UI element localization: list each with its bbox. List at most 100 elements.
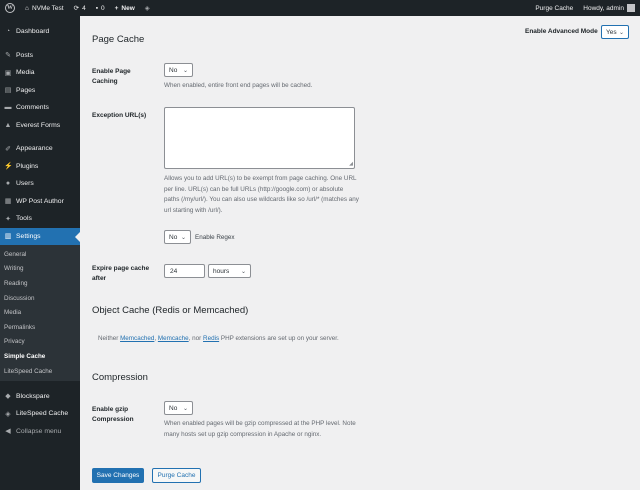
sidebar-item-label: Users bbox=[16, 180, 34, 188]
gzip-compression-select[interactable]: No ⌄ bbox=[164, 401, 193, 415]
compression-heading: Compression bbox=[92, 372, 148, 383]
litespeed-icon: ◈ bbox=[5, 410, 11, 418]
advanced-mode-select[interactable]: Yes ⌄ bbox=[601, 25, 629, 39]
sidebar-item-settings[interactable]: ▥ Settings bbox=[0, 227, 80, 245]
sidebar-item-dashboard[interactable]: ◔ Dashboard bbox=[0, 23, 80, 41]
redis-link[interactable]: Redis bbox=[203, 335, 219, 342]
sidebar-item-posts[interactable]: ✎ Posts bbox=[0, 47, 80, 65]
diamond-icon: ◈ bbox=[144, 5, 150, 12]
sidebar-item-comments[interactable]: ▬ Comments bbox=[0, 99, 80, 117]
chevron-down-icon: ⌄ bbox=[180, 235, 186, 241]
expire-page-cache-value: 24 bbox=[170, 267, 178, 275]
media-icon: ▣ bbox=[4, 69, 12, 77]
sidebar-item-users[interactable]: ● Users bbox=[0, 175, 80, 193]
comment-bubble-icon: ▪ bbox=[95, 4, 98, 12]
new-label: New bbox=[121, 4, 135, 12]
sidebar-item-label: Dashboard bbox=[16, 28, 50, 36]
sidebar-item-label: WP Post Author bbox=[16, 197, 64, 205]
page-cache-heading: Page Cache bbox=[92, 34, 145, 45]
resize-grip-icon[interactable]: ◢ bbox=[349, 161, 353, 167]
enable-page-caching-label: Enable Page Caching bbox=[92, 68, 131, 85]
users-icon: ● bbox=[5, 180, 11, 188]
site-name-menu[interactable]: ⌂ NVMe Test bbox=[20, 0, 69, 16]
sidebar-item-label: Plugins bbox=[16, 162, 39, 170]
submenu-media[interactable]: Media bbox=[0, 305, 80, 320]
plugin-icon: ⚡ bbox=[4, 163, 13, 171]
sidebar-item-label: Pages bbox=[16, 86, 36, 94]
submenu-litespeed-cache[interactable]: LiteSpeed Cache bbox=[0, 364, 80, 379]
purge-cache-button[interactable]: Purge Cache bbox=[152, 468, 201, 483]
submenu-reading[interactable]: Reading bbox=[0, 276, 80, 291]
gzip-compression-value: No bbox=[169, 404, 178, 412]
submenu-permalinks[interactable]: Permalinks bbox=[0, 320, 80, 335]
save-changes-button[interactable]: Save Changes bbox=[92, 468, 144, 483]
chevron-down-icon: ⌄ bbox=[240, 269, 246, 275]
everest-forms-icon: ▲ bbox=[4, 121, 12, 129]
admin-sidebar: ◔ Dashboard ✎ Posts ▣ Media ▤ Pages ▬ Co… bbox=[0, 16, 80, 490]
expire-unit-select[interactable]: hours ⌄ bbox=[208, 264, 251, 278]
sidebar-item-label: Settings bbox=[16, 232, 41, 240]
sidebar-item-appearance[interactable]: ✐ Appearance bbox=[0, 140, 80, 158]
chevron-down-icon: ⌄ bbox=[182, 68, 188, 74]
diamond-menu[interactable]: ◈ bbox=[140, 0, 155, 16]
exception-urls-label: Exception URL(s) bbox=[92, 112, 147, 119]
purge-cache-link: Purge Cache bbox=[535, 4, 574, 12]
wp-logo-menu[interactable]: W bbox=[0, 0, 20, 16]
sidebar-item-pages[interactable]: ▤ Pages bbox=[0, 82, 80, 100]
submenu-discussion[interactable]: Discussion bbox=[0, 291, 80, 306]
chevron-down-icon: ⌄ bbox=[618, 30, 624, 36]
sidebar-item-litespeed-cache[interactable]: ◈ LiteSpeed Cache bbox=[0, 405, 80, 423]
submenu-privacy[interactable]: Privacy bbox=[0, 335, 80, 350]
submenu-writing[interactable]: Writing bbox=[0, 262, 80, 277]
advanced-mode-label: Enable Advanced Mode bbox=[525, 28, 598, 35]
submenu-general[interactable]: General bbox=[0, 247, 80, 262]
expire-page-cache-label: Expire page cache after bbox=[92, 265, 150, 282]
updates-count: 4 bbox=[82, 4, 86, 12]
settings-icon: ▥ bbox=[4, 233, 12, 241]
pin-icon: ✎ bbox=[5, 52, 11, 60]
collapse-menu-button[interactable]: ◀ Collapse menu bbox=[0, 422, 80, 440]
sidebar-item-media[interactable]: ▣ Media bbox=[0, 64, 80, 82]
exception-urls-textarea[interactable]: ◢ bbox=[164, 107, 355, 169]
avatar bbox=[627, 4, 635, 12]
comments-count: 0 bbox=[101, 4, 105, 12]
comments-menu[interactable]: ▪ 0 bbox=[91, 0, 110, 16]
sidebar-item-label: Blockspare bbox=[16, 392, 50, 400]
enable-page-caching-description: When enabled, entire front end pages wil… bbox=[164, 82, 313, 89]
sidebar-item-plugins[interactable]: ⚡ Plugins bbox=[0, 158, 80, 176]
sidebar-item-wp-post-author[interactable]: ▦ WP Post Author bbox=[0, 193, 80, 211]
new-content-menu[interactable]: + New bbox=[110, 0, 140, 16]
purge-cache-menu[interactable]: Purge Cache bbox=[530, 0, 578, 16]
howdy-text: Howdy, admin bbox=[583, 4, 624, 12]
updates-menu[interactable]: ⟳ 4 bbox=[69, 0, 91, 16]
memcached-link[interactable]: Memcached bbox=[120, 335, 154, 342]
sidebar-item-label: Tools bbox=[16, 215, 32, 223]
chevron-down-icon: ⌄ bbox=[182, 406, 188, 412]
submenu-simple-cache[interactable]: Simple Cache bbox=[0, 349, 80, 364]
settings-submenu: General Writing Reading Discussion Media… bbox=[0, 245, 80, 382]
site-name: NVMe Test bbox=[31, 4, 64, 12]
gzip-compression-label: Enable gzip Compression bbox=[92, 406, 134, 423]
sidebar-item-label: Media bbox=[16, 69, 35, 77]
enable-regex-select[interactable]: No ⌄ bbox=[164, 230, 191, 244]
sidebar-item-tools[interactable]: ✦ Tools bbox=[0, 210, 80, 228]
expire-page-cache-input[interactable]: 24 bbox=[164, 264, 205, 278]
object-cache-heading: Object Cache (Redis or Memcached) bbox=[92, 305, 249, 316]
blockspare-icon: ◆ bbox=[5, 393, 11, 401]
enable-regex-value: No bbox=[169, 233, 178, 241]
dashboard-icon: ◔ bbox=[5, 28, 11, 36]
home-icon: ⌂ bbox=[25, 4, 29, 12]
enable-regex-label: Enable Regex bbox=[195, 234, 235, 241]
sidebar-item-label: Posts bbox=[16, 51, 33, 59]
sidebar-item-blockspare[interactable]: ◆ Blockspare bbox=[0, 387, 80, 405]
gzip-compression-description: When enabled pages will be gzip compress… bbox=[164, 420, 356, 438]
plus-icon: + bbox=[114, 4, 119, 12]
author-icon: ▦ bbox=[4, 198, 12, 206]
enable-page-caching-select[interactable]: No ⌄ bbox=[164, 63, 193, 77]
sidebar-item-everest-forms[interactable]: ▲ Everest Forms bbox=[0, 117, 80, 135]
updates-icon: ⟳ bbox=[73, 5, 80, 12]
my-account-menu[interactable]: Howdy, admin bbox=[578, 0, 640, 16]
collapse-arrow-icon: ◀ bbox=[5, 428, 11, 436]
wordpress-logo-icon: W bbox=[5, 3, 15, 13]
memcache-link[interactable]: Memcache bbox=[158, 335, 189, 342]
